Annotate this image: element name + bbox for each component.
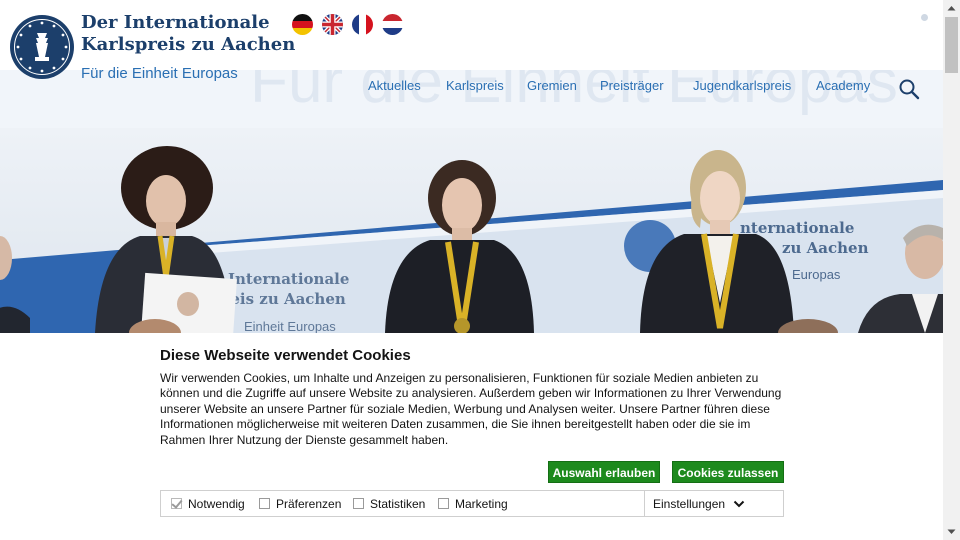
allow-selection-button[interactable]: Auswahl erlauben	[548, 461, 660, 483]
backdrop-text-4: nternationale	[740, 219, 854, 237]
category-statistics[interactable]: Statistiken	[353, 491, 425, 516]
fr-flag-icon[interactable]	[352, 14, 373, 35]
cookie-title: Diese Webseite verwendet Cookies	[160, 347, 411, 364]
backdrop-text-6: Europas	[792, 267, 841, 282]
nav-gremien[interactable]: Gremien	[527, 78, 577, 96]
category-statistics-label[interactable]: Statistiken	[370, 497, 425, 511]
nav-karlspreis[interactable]: Karlspreis	[446, 78, 504, 96]
nav-jugendkarlspreis[interactable]: Jugendkarlspreis	[693, 78, 791, 96]
logo-emblem-icon	[16, 21, 68, 73]
de-flag-icon[interactable]	[292, 14, 313, 35]
nav-aktuelles[interactable]: Aktuelles	[368, 78, 421, 96]
necessary-checkbox	[171, 498, 182, 509]
gb-flag-graphic	[322, 14, 343, 35]
scroll-thumb[interactable]	[945, 17, 958, 73]
nav-preistraeger[interactable]: Preisträger	[600, 78, 664, 96]
scroll-up-arrow-icon[interactable]	[943, 0, 960, 17]
allow-all-cookies-button[interactable]: Cookies zulassen	[672, 461, 784, 483]
category-marketing[interactable]: Marketing	[438, 491, 508, 516]
chevron-down-icon	[733, 500, 745, 507]
laureates-photo: Internationale preis zu Aachen Einheit E…	[0, 128, 943, 333]
indicator-dot	[921, 14, 928, 21]
gb-flag-icon[interactable]	[322, 14, 343, 35]
category-necessary: Notwendig	[171, 491, 245, 516]
brand-name-line2[interactable]: Karlspreis zu Aachen	[81, 34, 295, 56]
category-preferences[interactable]: Präferenzen	[259, 491, 341, 516]
settings-toggle[interactable]: Einstellungen	[644, 491, 784, 516]
nl-flag-icon[interactable]	[382, 14, 403, 35]
backdrop-text-1: Internationale	[228, 270, 349, 288]
cookie-description: Wir verwenden Cookies, um Inhalte und An…	[160, 371, 782, 447]
karlspreis-logo[interactable]	[10, 15, 74, 79]
category-preferences-label[interactable]: Präferenzen	[276, 497, 341, 511]
cookie-categories: Notwendig Präferenzen Statistiken Market…	[160, 490, 784, 517]
page-scrollbar[interactable]	[943, 0, 960, 540]
cookie-consent-banner: Diese Webseite verwendet Cookies Wir ver…	[0, 333, 943, 540]
brand-tagline: Für die Einheit Europas	[81, 65, 238, 82]
marketing-checkbox[interactable]	[438, 498, 449, 509]
backdrop-text-3: Einheit Europas	[244, 319, 336, 333]
search-icon[interactable]	[898, 78, 920, 100]
hero-photo: Internationale preis zu Aachen Einheit E…	[0, 128, 943, 333]
site-header: Für die Einheit Europas Der Internationa…	[0, 0, 943, 128]
settings-label[interactable]: Einstellungen	[653, 497, 725, 511]
category-marketing-label[interactable]: Marketing	[455, 497, 508, 511]
backdrop-text-5: zu Aachen	[782, 239, 869, 257]
nav-academy[interactable]: Academy	[816, 78, 870, 96]
preferences-checkbox[interactable]	[259, 498, 270, 509]
scroll-down-arrow-icon[interactable]	[943, 523, 960, 540]
category-necessary-label: Notwendig	[188, 496, 245, 511]
statistics-checkbox[interactable]	[353, 498, 364, 509]
brand-name-line1[interactable]: Der Internationale	[81, 12, 270, 34]
